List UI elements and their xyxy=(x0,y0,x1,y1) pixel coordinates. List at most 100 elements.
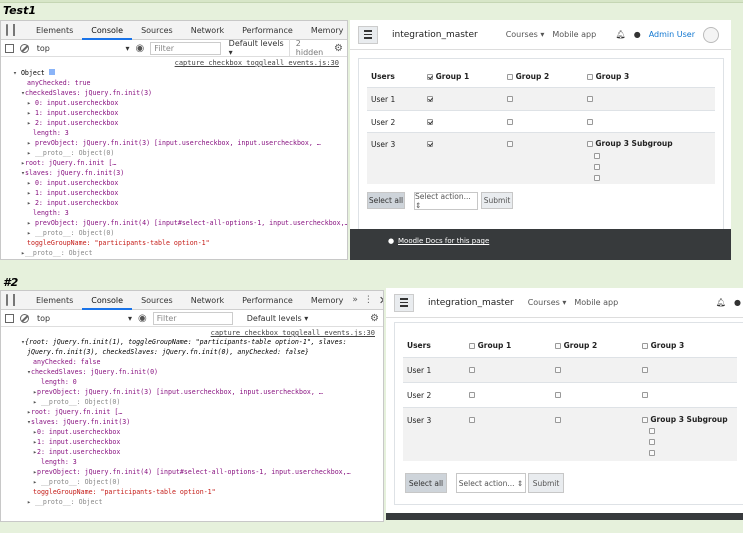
inspect-icon[interactable] xyxy=(6,294,8,306)
user3-group1-checkbox[interactable] xyxy=(427,141,433,147)
user2-group1-checkbox[interactable] xyxy=(469,392,475,398)
tab-performance[interactable]: Performance xyxy=(233,291,302,310)
subgroup-checkbox[interactable] xyxy=(594,153,600,159)
device-toggle-icon[interactable] xyxy=(13,294,15,306)
tab-console[interactable]: Console xyxy=(82,291,133,310)
tab-network[interactable]: Network xyxy=(182,21,233,40)
user2-group3-checkbox[interactable] xyxy=(642,392,648,398)
device-toggle-icon[interactable] xyxy=(13,24,15,36)
eye-icon[interactable]: ◉ xyxy=(135,43,144,54)
log-line[interactable]: slaves: jQuery.fn.init(3) xyxy=(25,169,124,177)
log-line[interactable]: 1: input.usercheckbox xyxy=(37,438,120,446)
tab-sources[interactable]: Sources xyxy=(132,21,182,40)
levels-select[interactable]: Default levels ▾ xyxy=(247,314,309,323)
select-all-group1-checkbox[interactable] xyxy=(469,343,475,349)
select-all-button[interactable]: Select all xyxy=(405,473,447,493)
log-line[interactable]: __proto__: Object xyxy=(25,249,93,257)
log-line[interactable]: 1: input.usercheckbox xyxy=(35,189,118,197)
gear-icon[interactable]: ⚙ xyxy=(334,43,343,54)
log-line[interactable]: root: jQuery.fn.init [… xyxy=(31,408,122,416)
user1-group3-checkbox[interactable] xyxy=(587,96,593,102)
select-all-group1-checkbox[interactable] xyxy=(427,74,433,80)
filter-input[interactable]: Filter xyxy=(150,41,221,55)
user1-group1-checkbox[interactable] xyxy=(427,96,433,102)
subgroup-checkbox[interactable] xyxy=(594,164,600,170)
eye-icon[interactable]: ◉ xyxy=(138,313,147,324)
menu-toggle-button[interactable] xyxy=(394,293,414,312)
courses-menu[interactable]: Courses ▾ xyxy=(528,298,567,307)
sidebar-toggle-icon[interactable] xyxy=(5,313,14,323)
log-line[interactable]: __proto__: Object(0) xyxy=(41,478,120,486)
filter-input[interactable]: Filter xyxy=(152,311,233,325)
subgroup-checkbox[interactable] xyxy=(649,450,655,456)
chat-icon[interactable]: ● xyxy=(734,298,741,307)
subgroup-checkbox[interactable] xyxy=(649,428,655,434)
bell-icon[interactable]: 🔔︎ xyxy=(616,30,626,39)
tab-sources[interactable]: Sources xyxy=(132,291,182,310)
user2-group1-checkbox[interactable] xyxy=(427,119,433,125)
levels-select[interactable]: Default levels ▾ xyxy=(229,39,289,57)
select-action-dropdown[interactable]: Select action... ⇕ xyxy=(456,473,526,493)
submit-button[interactable]: Submit xyxy=(481,192,513,209)
close-icon[interactable]: ✕ xyxy=(379,294,383,307)
tab-performance[interactable]: Performance xyxy=(233,21,302,40)
user2-group2-checkbox[interactable] xyxy=(555,392,561,398)
log-line[interactable]: __proto__: Object xyxy=(35,498,103,506)
log-line[interactable]: 2: input.usercheckbox xyxy=(35,119,118,127)
log-line[interactable]: __proto__: Object(0) xyxy=(35,229,114,237)
site-name[interactable]: integration_master xyxy=(392,30,478,40)
log-line[interactable]: 0: input.usercheckbox xyxy=(37,428,120,436)
log-line[interactable]: {root: jQuery.fn.init(1), toggleGroupNam… xyxy=(25,338,347,346)
log-line[interactable]: checkedSlaves: jQuery.fn.init(0) xyxy=(31,368,158,376)
log-line[interactable]: slaves: jQuery.fn.init(3) xyxy=(31,418,130,426)
gear-icon[interactable]: ⚙ xyxy=(370,313,379,324)
source-link[interactable]: capture_checkbox_toggleall_events.js:30 xyxy=(175,59,339,67)
tab-console[interactable]: Console xyxy=(82,21,133,40)
user1-group1-checkbox[interactable] xyxy=(469,367,475,373)
bell-icon[interactable]: 🔔︎ xyxy=(716,298,726,307)
log-line[interactable]: prevObject: jQuery.fn.init(3) [input.use… xyxy=(37,388,323,396)
select-all-group3-checkbox[interactable] xyxy=(587,74,593,80)
tab-memory[interactable]: Memory xyxy=(302,291,353,310)
user2-group3-checkbox[interactable] xyxy=(587,119,593,125)
log-line[interactable]: Object xyxy=(21,69,45,77)
avatar[interactable] xyxy=(703,26,719,43)
log-line[interactable]: root: jQuery.fn.init [… xyxy=(25,159,116,167)
clear-console-icon[interactable] xyxy=(20,313,29,323)
courses-menu[interactable]: Courses ▾ xyxy=(506,30,545,39)
source-link[interactable]: capture_checkbox_toggleall_events.js:30 xyxy=(211,329,375,337)
user1-group3-checkbox[interactable] xyxy=(642,367,648,373)
log-line[interactable]: checkedSlaves: jQuery.fn.init(3) xyxy=(25,89,152,97)
user3-group3-checkbox[interactable] xyxy=(642,417,648,423)
user3-group2-checkbox[interactable] xyxy=(555,417,561,423)
submit-button[interactable]: Submit xyxy=(528,473,564,493)
tab-memory[interactable]: Memory xyxy=(302,21,347,40)
user1-group2-checkbox[interactable] xyxy=(507,96,513,102)
menu-toggle-button[interactable] xyxy=(358,25,378,44)
log-line[interactable]: 0: input.usercheckbox xyxy=(35,99,118,107)
user1-group2-checkbox[interactable] xyxy=(555,367,561,373)
log-line[interactable]: 2: input.usercheckbox xyxy=(35,199,118,207)
log-line[interactable]: prevObject: jQuery.fn.init(4) [input#sel… xyxy=(37,468,351,476)
user-menu[interactable]: Admin User xyxy=(649,30,695,39)
select-action-dropdown[interactable]: Select action... ⇕ xyxy=(414,192,478,210)
tab-elements[interactable]: Elements xyxy=(27,21,82,40)
sidebar-toggle-icon[interactable] xyxy=(5,43,14,53)
select-all-group2-checkbox[interactable] xyxy=(555,343,561,349)
mobile-app-link[interactable]: Mobile app xyxy=(574,298,618,307)
user3-group2-checkbox[interactable] xyxy=(507,141,513,147)
select-all-group2-checkbox[interactable] xyxy=(507,74,513,80)
select-all-group3-checkbox[interactable] xyxy=(642,343,648,349)
log-line[interactable]: 2: input.usercheckbox xyxy=(37,448,120,456)
tab-elements[interactable]: Elements xyxy=(27,291,82,310)
context-select[interactable]: top ▾ xyxy=(37,44,130,53)
log-line[interactable]: prevObject: jQuery.fn.init(4) [input#sel… xyxy=(35,219,347,227)
tab-network[interactable]: Network xyxy=(182,291,233,310)
log-line[interactable]: __proto__: Object(0) xyxy=(35,149,114,157)
inspect-icon[interactable] xyxy=(6,24,8,36)
log-line[interactable]: 1: input.usercheckbox xyxy=(35,109,118,117)
more-tabs-icon[interactable]: » xyxy=(352,295,358,305)
log-line[interactable]: 0: input.usercheckbox xyxy=(35,179,118,187)
moodle-docs-link[interactable]: Moodle Docs for this page xyxy=(398,237,489,245)
chat-icon[interactable]: ● xyxy=(634,30,641,39)
